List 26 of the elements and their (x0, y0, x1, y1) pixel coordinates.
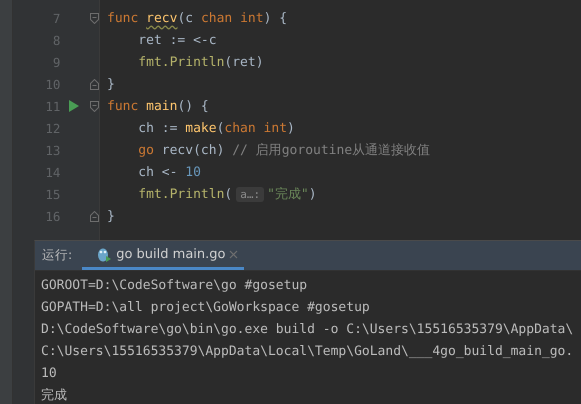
code-line: go recv(ch) // 启用goroutine从通道接收值 (137, 142, 432, 160)
fold-icon[interactable] (90, 12, 99, 24)
code-line: func main() { (107, 98, 210, 116)
code-line: fmt.Println( a…: "完成") (137, 186, 318, 204)
code-line: ch := make(chan int) (137, 120, 296, 138)
parameter-hint: a…: (236, 186, 264, 202)
fold-icon[interactable] (90, 100, 99, 112)
console-line: C:\Users\15516535379\AppData\Local\Temp\GoLand\___4go_build_main_go. (41, 342, 574, 360)
console-line: 10 (41, 364, 58, 382)
code-line: fmt.Println(ret) (137, 54, 265, 72)
console-line: GOPATH=D:\all project\GoWorkspace #gosetup (41, 298, 371, 316)
console-line: D:\CodeSoftware\go\bin\go.exe build -o C:\Users\15516535379\AppData\ (41, 320, 574, 338)
code-line: } (107, 208, 116, 226)
console-line: 完成 (41, 387, 68, 404)
fold-icon[interactable] (90, 210, 99, 222)
console-line: GOROOT=D:\CodeSoftware\go #gosetup (41, 276, 308, 294)
code-line: func recv(c chan int) { (107, 10, 288, 28)
panel-label: 运行: (42, 247, 72, 264)
close-icon[interactable] (229, 250, 238, 258)
code-line: ch <- 10 (137, 164, 202, 182)
code-line: } (107, 76, 116, 94)
code-line: ret := <-c (137, 32, 218, 50)
run-icon[interactable] (69, 100, 80, 112)
gopher-icon (96, 246, 112, 262)
fold-icon[interactable] (90, 78, 99, 90)
run-tab[interactable]: go build main.go (82, 241, 244, 270)
